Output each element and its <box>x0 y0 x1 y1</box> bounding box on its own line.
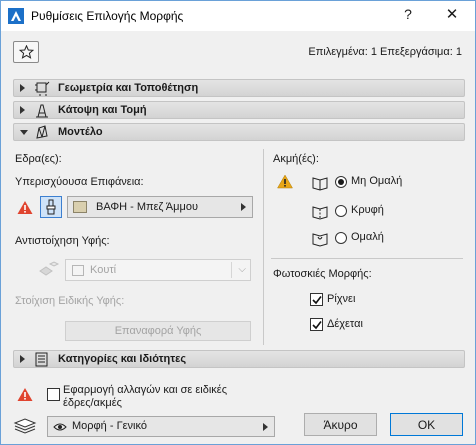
surface-dropdown[interactable]: ΒΑΦΗ - Μπεζ Άμμου <box>67 196 253 218</box>
geometry-icon <box>35 81 50 96</box>
expand-arrow-icon <box>20 84 25 92</box>
panel-model[interactable]: Μοντέλο <box>13 123 465 141</box>
edge-hidden-radio[interactable] <box>335 205 347 217</box>
faces-label: Εδρα(ες): <box>15 153 62 165</box>
error-icon <box>17 388 33 401</box>
casts-shadows-label: Ρίχνει <box>327 293 356 305</box>
panel-label: Κάτοψη και Τομή <box>58 104 147 116</box>
texture-alignment-label: Στοίχιση Ειδικής Υφής: <box>15 295 125 307</box>
texture-mapping-icon <box>39 261 60 276</box>
edge-rough-icon <box>312 177 328 191</box>
selection-info: Επιλεγμένα: 1 Επεξεργάσιμα: 1 <box>308 46 462 58</box>
apply-special-label: Εφαρμογή αλλαγών και σε ειδικές <box>63 384 228 396</box>
edge-smooth-radio[interactable] <box>335 232 347 244</box>
layers-icon <box>13 418 37 434</box>
layer-dropdown[interactable]: Μορφή - Γενικό <box>47 416 275 437</box>
error-icon <box>17 201 33 214</box>
edge-rough-radio[interactable] <box>335 176 347 188</box>
texture-mapping-dropdown[interactable]: Κουτί ⌵ <box>65 259 251 281</box>
favorites-button[interactable] <box>13 41 39 63</box>
receives-shadows-checkbox[interactable] <box>310 318 323 331</box>
panel-label: Μοντέλο <box>58 126 103 138</box>
plan-section-icon <box>36 104 48 118</box>
surface-swatch <box>73 201 87 213</box>
warning-icon <box>277 174 293 189</box>
edge-smooth-label: Ομαλή <box>351 231 384 243</box>
receives-shadows-label: Δέχεται <box>327 318 363 330</box>
collapse-arrow-icon <box>20 130 28 135</box>
checkmark-icon <box>312 321 322 330</box>
ok-button[interactable]: OK <box>390 413 463 436</box>
help-button[interactable]: ? <box>393 6 423 22</box>
title-bar: Ρυθμίσεις Επιλογής Μορφής ? ✕ <box>1 1 475 31</box>
categories-icon <box>35 352 48 367</box>
star-icon <box>19 45 34 59</box>
arrow-right-icon <box>241 203 246 211</box>
override-surface-label: Υπερισχύουσα Επιφάνεια: <box>15 176 144 188</box>
expand-arrow-icon <box>20 106 25 114</box>
close-button[interactable]: ✕ <box>437 5 467 23</box>
panel-label: Γεωμετρία και Τοποθέτηση <box>58 82 199 94</box>
edge-hidden-label: Κρυφή <box>351 204 384 216</box>
edge-rough-label: Μη Ομαλή <box>351 175 403 187</box>
paint-brush-icon <box>46 199 56 215</box>
chevron-down-icon: ⌵ <box>238 264 246 275</box>
arrow-right-icon <box>263 423 268 431</box>
override-surface-toggle[interactable] <box>40 196 62 218</box>
apply-special-label-2: έδρες/ακμές <box>63 397 122 409</box>
reset-texture-button[interactable]: Επαναφορά Υφής <box>65 321 251 341</box>
expand-arrow-icon <box>20 355 25 363</box>
edge-hidden-icon <box>312 206 328 220</box>
panel-geometry[interactable]: Γεωμετρία και Τοποθέτηση <box>13 79 465 97</box>
panel-plan-section[interactable]: Κάτοψη και Τομή <box>13 101 465 119</box>
edges-label: Ακμή(ές): <box>273 153 319 165</box>
eye-icon <box>53 423 67 431</box>
checkmark-icon <box>312 296 322 305</box>
cancel-button[interactable]: Άκυρο <box>304 413 377 436</box>
box-icon <box>72 265 84 276</box>
model-icon <box>36 125 48 139</box>
panel-categories[interactable]: Κατηγορίες και Ιδιότητες <box>13 350 465 368</box>
dialog-title: Ρυθμίσεις Επιλογής Μορφής <box>31 9 184 23</box>
surface-value: ΒΑΦΗ - Μπεζ Άμμου <box>96 201 198 213</box>
dialog-window: Ρυθμίσεις Επιλογής Μορφής ? ✕ Επιλεγμένα… <box>0 0 476 445</box>
casts-shadows-checkbox[interactable] <box>310 293 323 306</box>
archicad-app-icon <box>8 8 24 24</box>
shadows-label: Φωτοσκιές Μορφής: <box>273 268 372 280</box>
edge-smooth-icon <box>312 233 328 247</box>
texture-mapping-label: Αντιστοίχηση Υφής: <box>15 235 110 247</box>
apply-special-checkbox[interactable] <box>47 388 60 401</box>
texture-value: Κουτί <box>90 264 117 276</box>
panel-label: Κατηγορίες και Ιδιότητες <box>58 353 187 365</box>
layer-value: Μορφή - Γενικό <box>72 420 147 432</box>
